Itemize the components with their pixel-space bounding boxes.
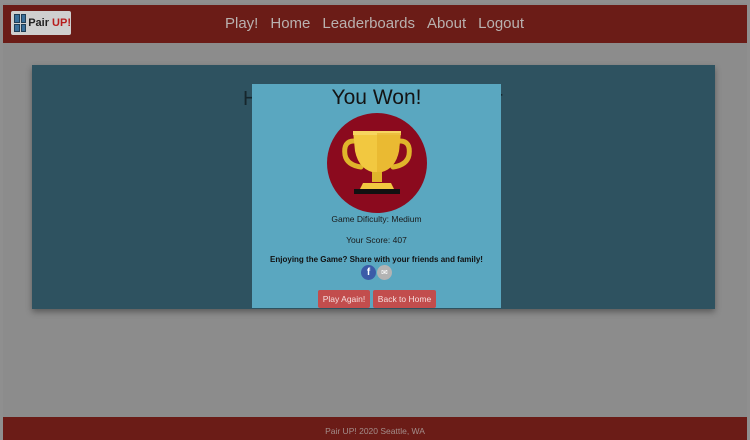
share-prompt: Enjoying the Game? Share with your frien… [270, 255, 483, 264]
difficulty-text: Game Dificulty: Medium [331, 214, 422, 224]
logo[interactable]: Pair UP! [11, 11, 71, 35]
back-to-home-button[interactable]: Back to Home [373, 290, 436, 308]
trophy-icon [327, 113, 427, 213]
score-text: Your Score: 407 [346, 235, 407, 245]
nav-leaderboards[interactable]: Leaderboards [322, 15, 415, 32]
nav-play[interactable]: Play! [225, 15, 258, 32]
nav-about[interactable]: About [427, 15, 466, 32]
nav-logout[interactable]: Logout [478, 15, 524, 32]
nav-home[interactable]: Home [270, 15, 310, 32]
play-again-button[interactable]: Play Again! [318, 290, 370, 308]
nav-links: Play! Home Leaderboards About Logout [225, 15, 524, 32]
facebook-icon[interactable]: f [361, 265, 376, 280]
share-icons: f ✉ [361, 265, 392, 280]
navbar: Pair UP! Play! Home Leaderboards About L… [3, 5, 747, 43]
footer-text: Pair UP! 2020 Seattle, WA [325, 426, 425, 436]
footer: Pair UP! 2020 Seattle, WA [3, 417, 747, 440]
win-modal: You Won! Game Dificulty: Medium Your Sco… [252, 84, 501, 308]
logo-text: Pair UP! [28, 17, 71, 29]
email-icon[interactable]: ✉ [377, 265, 392, 280]
logo-grid-icon [14, 14, 27, 32]
modal-title: You Won! [331, 86, 422, 109]
